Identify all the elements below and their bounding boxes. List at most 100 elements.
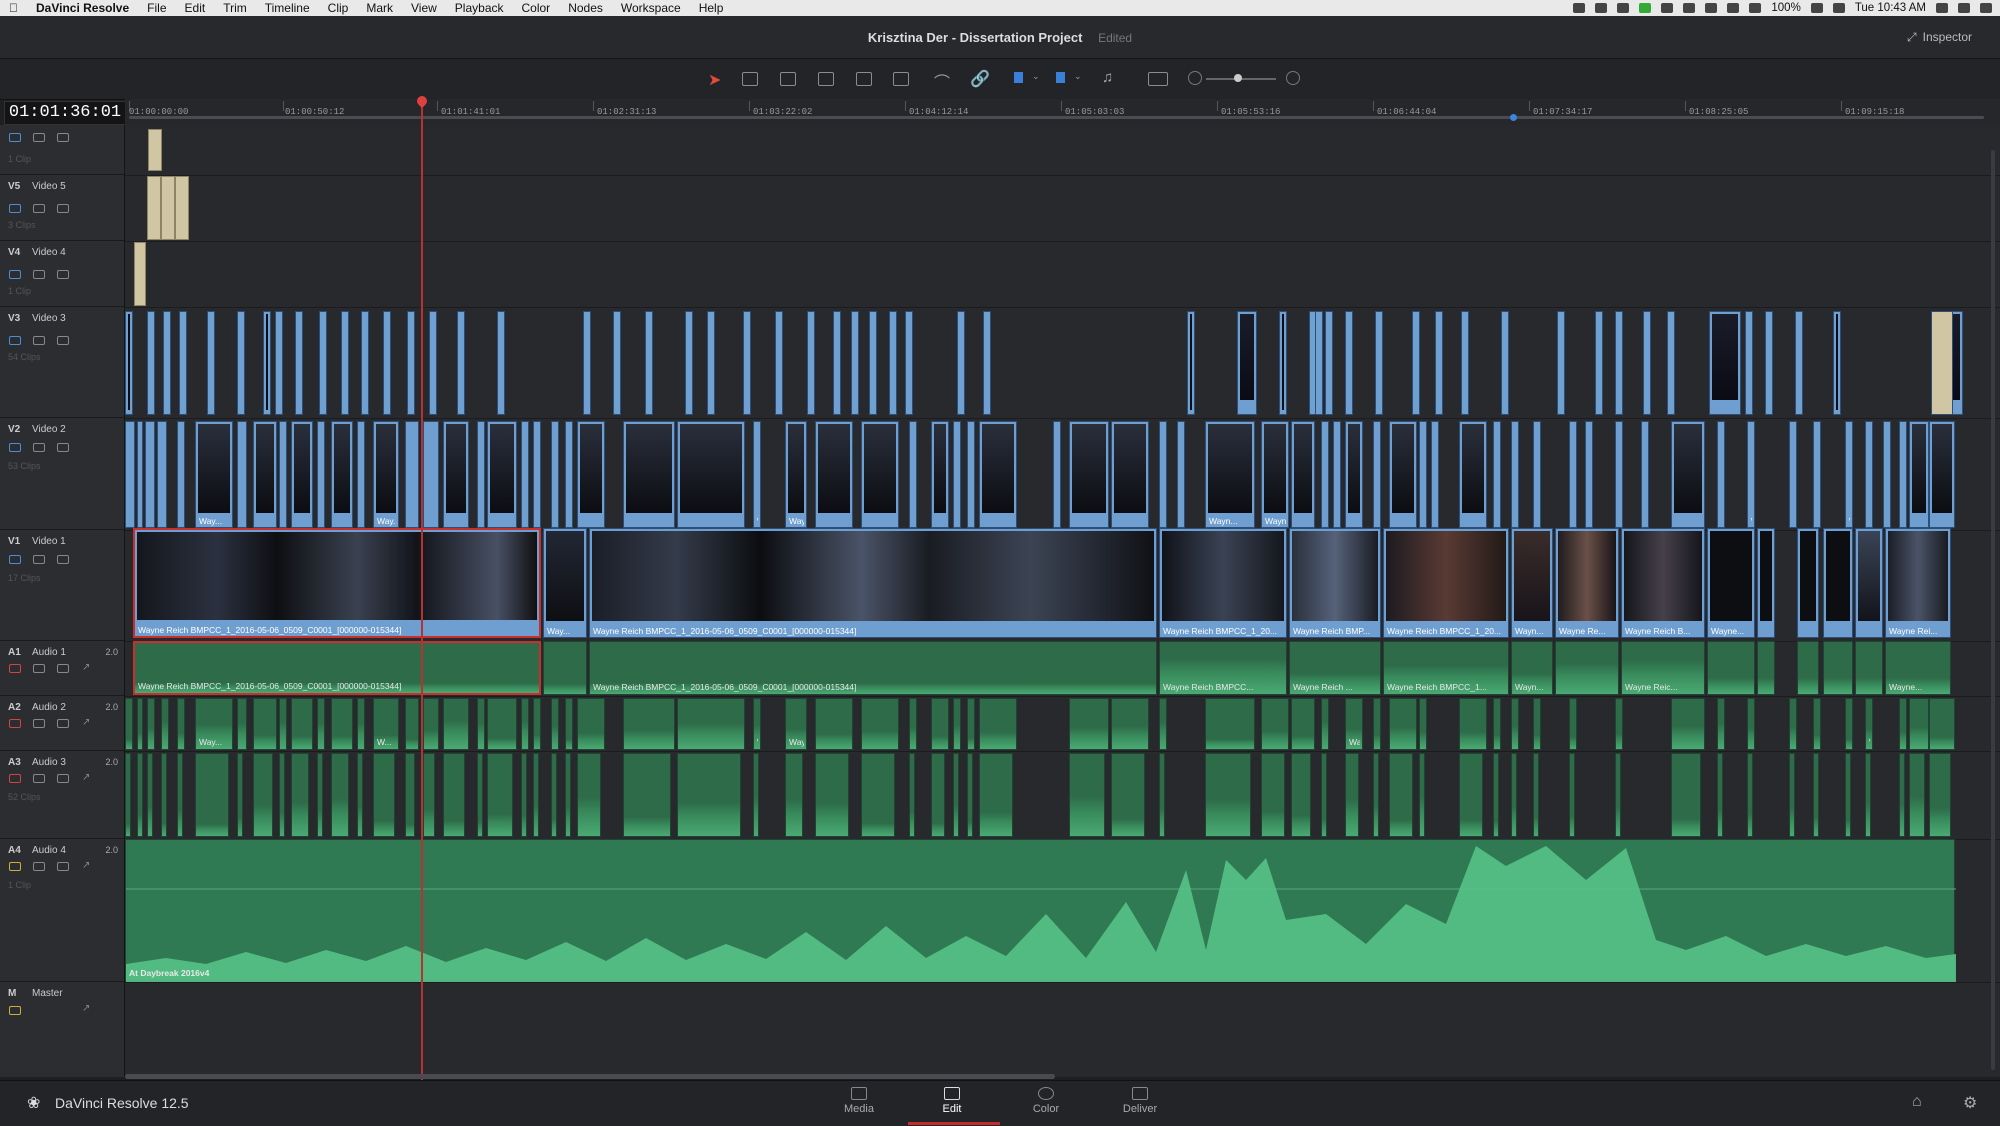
clip-a1[interactable] xyxy=(1757,641,1775,695)
clip-v1[interactable]: Wayn... xyxy=(1511,528,1553,638)
clip-a3[interactable] xyxy=(331,753,349,837)
clip-v3[interactable] xyxy=(457,311,465,415)
timeline-view-options-icon[interactable] xyxy=(1148,72,1168,86)
clip-a2[interactable] xyxy=(861,698,899,750)
clip-a3[interactable] xyxy=(521,753,527,837)
clip-v2[interactable] xyxy=(237,421,247,528)
clip-v6[interactable] xyxy=(148,129,162,171)
clip-v1[interactable] xyxy=(1797,528,1819,638)
menu-file[interactable]: File xyxy=(138,1,175,15)
clip-a2[interactable] xyxy=(443,698,469,750)
clip-v2[interactable] xyxy=(1865,421,1873,528)
clip-v3[interactable] xyxy=(1557,311,1565,415)
clip-v3[interactable] xyxy=(319,311,327,415)
clip-a2[interactable] xyxy=(1261,698,1289,750)
clip-a1[interactable] xyxy=(543,641,587,695)
track-name[interactable]: Audio 1 xyxy=(32,647,66,658)
clip-v3[interactable] xyxy=(1187,311,1195,415)
clip-a2[interactable] xyxy=(1321,698,1329,750)
clip-v2[interactable]: Way... xyxy=(195,421,233,528)
mute-icon[interactable] xyxy=(9,719,21,728)
clip-v3[interactable] xyxy=(1931,311,1953,415)
clip-a2[interactable] xyxy=(1747,698,1755,750)
clip-a3[interactable] xyxy=(405,753,415,837)
clip-a3[interactable] xyxy=(753,753,759,837)
clip-v3[interactable] xyxy=(1745,311,1753,415)
clip-v2[interactable] xyxy=(477,421,485,528)
track-enable-icon[interactable] xyxy=(9,270,21,279)
lock-icon[interactable] xyxy=(33,719,45,728)
selection-tool-icon[interactable]: ➤ xyxy=(708,70,721,90)
zoom-out-icon[interactable] xyxy=(1188,71,1202,85)
clip-v2[interactable] xyxy=(331,421,353,528)
clip-v2[interactable]: Wayne Reic... xyxy=(753,421,761,528)
inspector-button[interactable]: ⤢ Inspector xyxy=(1907,30,1972,45)
clip-v1[interactable]: Wayne Reich BMP... xyxy=(1289,528,1381,638)
lock-icon[interactable] xyxy=(33,336,45,345)
clip-v2[interactable] xyxy=(623,421,675,528)
clip-v2[interactable] xyxy=(861,421,899,528)
track-header-a1[interactable]: A1 Audio 1 2.0 ↗ xyxy=(0,641,124,696)
clip-v1[interactable] xyxy=(1757,528,1775,638)
track-name[interactable]: Video 5 xyxy=(32,181,66,192)
clip-v3[interactable] xyxy=(983,311,991,415)
clip-v1-selected[interactable]: Wayne Reich BMPCC_1_2016-05-06_0509_C000… xyxy=(133,528,541,638)
clip-a2[interactable] xyxy=(1111,698,1149,750)
clip-a3[interactable] xyxy=(1261,753,1285,837)
snapping-icon[interactable]: ⌒ xyxy=(934,69,950,93)
clip-a1[interactable]: Wayne Reich BMPCC_1_2016-05-06_0509_C000… xyxy=(589,641,1157,695)
clip-v3[interactable] xyxy=(1345,311,1353,415)
waveform-toggle-icon[interactable]: ↗ xyxy=(82,772,90,783)
clip-v1[interactable]: Wayne Reich BMPCC_1_20... xyxy=(1383,528,1509,638)
track-enable-icon[interactable] xyxy=(9,204,21,213)
clip-a2[interactable] xyxy=(477,698,485,750)
menu-nodes[interactable]: Nodes xyxy=(559,1,612,15)
clip-v3[interactable] xyxy=(1595,311,1603,415)
clip-a2[interactable]: W... xyxy=(373,698,399,750)
clip-v2[interactable] xyxy=(677,421,745,528)
clip-a2[interactable] xyxy=(253,698,277,750)
clip-v3[interactable] xyxy=(1615,311,1623,415)
clip-v3[interactable] xyxy=(1765,311,1773,415)
clip-a3[interactable] xyxy=(1747,753,1753,837)
clip-a1[interactable] xyxy=(1707,641,1755,695)
home-icon[interactable]: ⌂ xyxy=(1912,1093,1922,1111)
clip-v2[interactable] xyxy=(253,421,277,528)
menu-workspace[interactable]: Workspace xyxy=(612,1,690,15)
clip-v2[interactable] xyxy=(1671,421,1705,528)
clip-v2[interactable] xyxy=(1511,421,1519,528)
clip-a2[interactable] xyxy=(1845,698,1853,750)
clip-a1[interactable] xyxy=(1823,641,1853,695)
clip-v2[interactable]: Wayne ... xyxy=(1747,421,1755,528)
clip-a3[interactable] xyxy=(1533,753,1539,837)
clip-a3[interactable] xyxy=(279,753,285,837)
clip-a3[interactable] xyxy=(443,753,465,837)
speaker-icon[interactable] xyxy=(9,1006,21,1015)
clip-v2[interactable] xyxy=(577,421,605,528)
clip-a2[interactable] xyxy=(1373,698,1381,750)
track-name[interactable]: Video 2 xyxy=(32,424,66,435)
clip-a3[interactable] xyxy=(291,753,309,837)
link-icon[interactable]: 🔗 xyxy=(970,69,990,89)
waveform-toggle-icon[interactable]: ↗ xyxy=(82,717,90,728)
clip-a3[interactable] xyxy=(577,753,601,837)
timeline-ruler[interactable]: 01:00:00:00 01:00:50:12 01:01:41:01 01:0… xyxy=(125,99,2000,125)
clip-a3[interactable] xyxy=(1291,753,1311,837)
clip-v2[interactable] xyxy=(953,421,961,528)
clip-a3[interactable] xyxy=(357,753,363,837)
auto-select-icon[interactable] xyxy=(57,774,69,783)
clip-v3[interactable] xyxy=(407,311,415,415)
clip-a3[interactable] xyxy=(125,753,131,837)
clip-v2[interactable] xyxy=(1813,421,1821,528)
green-app-icon[interactable] xyxy=(1639,3,1652,13)
clip-a2[interactable] xyxy=(1671,698,1705,750)
clip-a1[interactable]: Wayne Reic... xyxy=(1621,641,1705,695)
clip-v3[interactable] xyxy=(207,311,215,415)
playhead[interactable] xyxy=(421,97,423,1085)
clip-a3[interactable] xyxy=(785,753,803,837)
clip-a3[interactable] xyxy=(1929,753,1951,837)
clip-v2[interactable] xyxy=(137,421,143,528)
clip-a2[interactable]: Wa... xyxy=(1865,698,1873,750)
clip-v2[interactable] xyxy=(177,421,185,528)
clip-v2[interactable] xyxy=(533,421,541,528)
